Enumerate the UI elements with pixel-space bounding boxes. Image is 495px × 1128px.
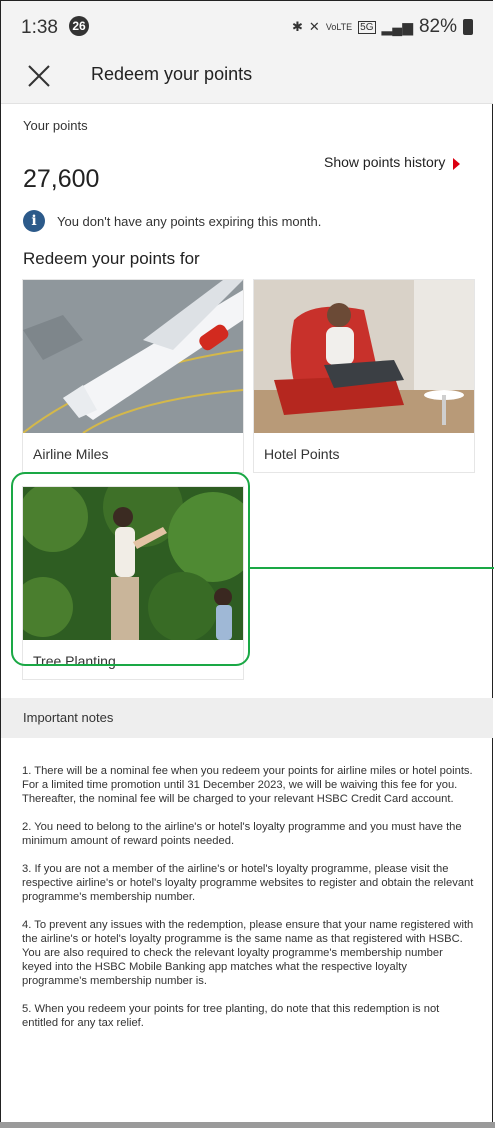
redeem-option-tree-planting[interactable]: Tree Planting (22, 486, 244, 680)
note-item: 5. When you redeem your points for tree … (22, 1003, 440, 1029)
5g-icon: 5G (358, 20, 376, 34)
expiry-info-text: You don't have any points expiring this … (57, 213, 322, 229)
note-item: 1. There will be a nominal fee when you … (22, 765, 473, 805)
battery-percentage: 82% (418, 16, 457, 37)
battery-icon (463, 19, 473, 35)
important-notes-title: Important notes (23, 710, 114, 725)
info-icon: i (23, 210, 45, 232)
close-icon[interactable] (25, 62, 53, 90)
redeem-option-hotel-points[interactable]: Hotel Points (253, 279, 475, 473)
woman-red-chair-photo (254, 280, 474, 433)
option-label-tree-planting: Tree Planting (33, 653, 116, 669)
app-bar: Redeem your points (1, 51, 493, 104)
status-icons: ✱ ✕ VoLTE 5G ▂▄▆ 82% (292, 16, 473, 38)
note-item: 4. To prevent any issues with the redemp… (22, 919, 474, 987)
note-item: 3. If you are not a member of the airlin… (22, 863, 474, 903)
highlight-callout-line (250, 567, 494, 569)
option-label-hotel-points: Hotel Points (264, 446, 340, 462)
redeem-option-airline-miles[interactable]: Airline Miles (22, 279, 244, 473)
bluetooth-icon: ✱ (292, 19, 303, 34)
show-points-history-link[interactable]: Show points history (324, 154, 461, 170)
bottom-edge (0, 1122, 495, 1128)
points-expiry-info: i You don't have any points expiring thi… (23, 210, 321, 232)
redeem-section-title: Redeem your points for (23, 249, 200, 268)
mute-icon: ✕ (308, 19, 320, 34)
note-item: 2. You need to belong to the airline's o… (22, 821, 462, 847)
mother-child-trees-photo (23, 487, 243, 640)
airplane-photo (23, 280, 243, 433)
page-title: Redeem your points (91, 64, 253, 84)
points-label: Your points (23, 118, 88, 133)
status-time: 1:38 (21, 17, 58, 38)
option-label-airline-miles: Airline Miles (33, 446, 109, 462)
status-bar: 1:38 26 ✱ ✕ VoLTE 5G ▂▄▆ 82% (1, 1, 493, 51)
points-value: 27,600 (23, 165, 100, 193)
signal-icon: ▂▄▆ (381, 18, 413, 35)
notification-count-badge: 26 (69, 16, 89, 36)
history-link-label: Show points history (324, 154, 446, 170)
chevron-right-icon (453, 158, 461, 170)
important-notes-header: Important notes (1, 698, 493, 738)
important-notes-list: 1. There will be a nominal fee when you … (22, 764, 474, 1044)
volte-icon: VoLTE (325, 22, 353, 32)
